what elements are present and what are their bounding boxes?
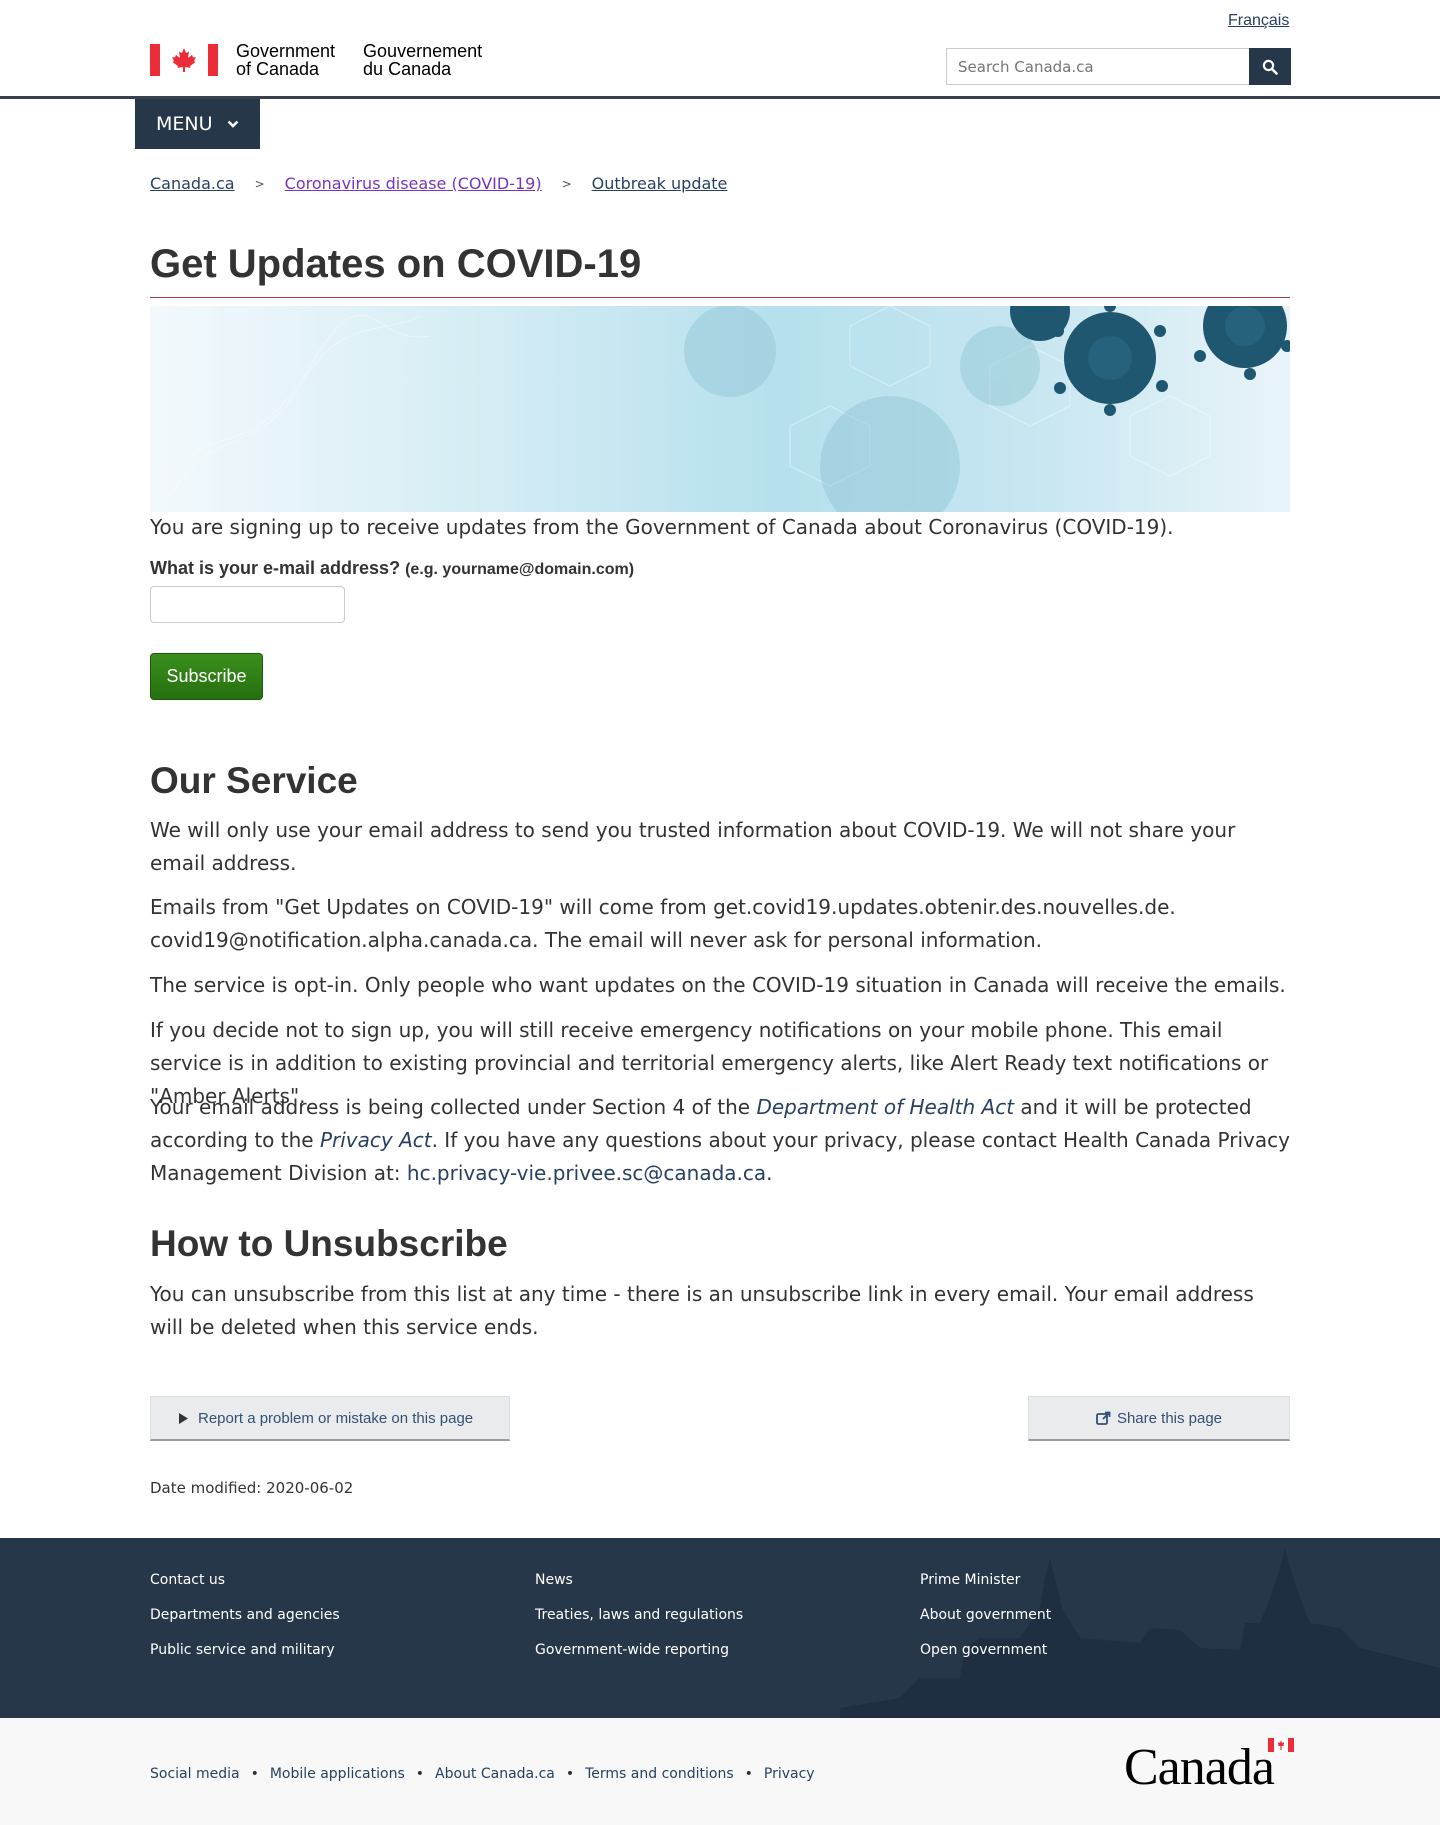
breadcrumb-separator: > (561, 176, 572, 191)
brand-french: Gouvernement du Canada (363, 41, 483, 79)
footer-bottom-links: Social media • Mobile applications • Abo… (150, 1766, 815, 1782)
privacy-act-link[interactable]: Privacy Act (320, 1128, 432, 1152)
footer-separator: • (415, 1766, 425, 1782)
our-service-heading: Our Service (150, 760, 358, 801)
site-search (946, 48, 1291, 85)
email-field[interactable] (150, 586, 345, 623)
government-of-canada-signature[interactable]: Government of Canada Gouvernement du Can… (150, 40, 482, 80)
brand-english: Government of Canada (236, 41, 336, 79)
search-button[interactable] (1249, 48, 1291, 85)
page-title: Get Updates on COVID-19 (150, 242, 642, 286)
footer-link-open-government[interactable]: Open government (920, 1642, 1051, 1677)
footer-link-treaties[interactable]: Treaties, laws and regulations (535, 1607, 743, 1642)
menu-label: MENU (156, 113, 213, 135)
footer-column-1: Contact us Departments and agencies Publ… (150, 1572, 340, 1677)
footer-link-news[interactable]: News (535, 1572, 743, 1607)
privacy-text-end: . (766, 1161, 773, 1185)
footer-link-social-media[interactable]: Social media (150, 1766, 240, 1782)
privacy-text-start: Your email address is being collected un… (150, 1095, 757, 1119)
footer-main: Contact us Departments and agencies Publ… (0, 1538, 1440, 1718)
chevron-down-icon (227, 120, 238, 128)
date-modified: Date modified: 2020-06-02 (150, 1479, 354, 1497)
footer-link-prime-minister[interactable]: Prime Minister (920, 1572, 1051, 1607)
email-label: What is your e-mail address? (e.g. yourn… (150, 558, 634, 579)
footer-link-mobile-apps[interactable]: Mobile applications (270, 1766, 405, 1782)
subscribe-button[interactable]: Subscribe (150, 653, 263, 700)
email-label-text: What is your e-mail address? (150, 558, 401, 578)
language-toggle-link[interactable]: Français (1228, 12, 1289, 30)
flag-left-bar (150, 44, 160, 76)
footer-separator: • (744, 1766, 753, 1782)
breadcrumb-separator: > (254, 176, 265, 191)
title-underline (150, 297, 1290, 298)
breadcrumb: Canada.ca > Coronavirus disease (COVID-1… (150, 174, 727, 193)
report-problem-button[interactable]: Report a problem or mistake on this page (150, 1396, 510, 1441)
share-page-button[interactable]: Share this page (1028, 1396, 1290, 1441)
footer-separator: • (565, 1766, 575, 1782)
footer-link-reporting[interactable]: Government-wide reporting (535, 1642, 743, 1677)
email-hint: (e.g. yourname@domain.com) (405, 561, 635, 578)
breadcrumb-coronavirus[interactable]: Coronavirus disease (COVID-19) (285, 174, 542, 193)
caret-right-icon (179, 1412, 188, 1424)
footer-link-contact-us[interactable]: Contact us (150, 1572, 340, 1607)
intro-text: You are signing up to receive updates fr… (150, 515, 1174, 539)
footer-column-2: News Treaties, laws and regulations Gove… (535, 1572, 743, 1677)
footer-column-3: Prime Minister About government Open gov… (920, 1572, 1051, 1677)
report-problem-label: Report a problem or mistake on this page (198, 1409, 474, 1427)
privacy-paragraph: Your email address is being collected un… (150, 1091, 1290, 1190)
footer-link-public-service[interactable]: Public service and military (150, 1642, 340, 1677)
share-page-label: Share this page (1116, 1409, 1223, 1427)
share-icon (1096, 1411, 1111, 1425)
service-paragraph-2: Emails from "Get Updates on COVID-19" wi… (150, 895, 1176, 952)
canada-wordmark: Canada (1124, 1739, 1275, 1796)
wordmark-flag-icon (1268, 1738, 1294, 1752)
maple-leaf-icon (160, 44, 208, 76)
department-of-health-act-link[interactable]: Department of Health Act (756, 1095, 1014, 1119)
breadcrumb-canada[interactable]: Canada.ca (150, 174, 235, 193)
privacy-email-link[interactable]: hc.privacy-vie.privee.sc@canada.ca (407, 1161, 766, 1185)
unsubscribe-heading: How to Unsubscribe (150, 1223, 508, 1264)
covid-banner-image (150, 306, 1290, 512)
footer-link-departments[interactable]: Departments and agencies (150, 1607, 340, 1642)
footer-separator: • (250, 1766, 259, 1782)
menu-button[interactable]: MENU (135, 99, 260, 149)
search-input[interactable] (946, 48, 1249, 85)
service-paragraph-1: We will only use your email address to s… (150, 818, 1236, 875)
search-icon (1262, 59, 1278, 75)
footer-link-terms[interactable]: Terms and conditions (585, 1766, 734, 1782)
breadcrumb-outbreak-update[interactable]: Outbreak update (592, 174, 728, 193)
footer-link-about-canada[interactable]: About Canada.ca (435, 1766, 555, 1782)
unsubscribe-paragraph: You can unsubscribe from this list at an… (150, 1282, 1254, 1339)
footer-link-privacy[interactable]: Privacy (764, 1766, 815, 1782)
flag-right-bar (208, 44, 218, 76)
footer-link-about-government[interactable]: About government (920, 1607, 1051, 1642)
service-paragraph-3: The service is opt-in. Only people who w… (150, 973, 1286, 997)
footer-bottom: Social media • Mobile applications • Abo… (0, 1718, 1440, 1825)
